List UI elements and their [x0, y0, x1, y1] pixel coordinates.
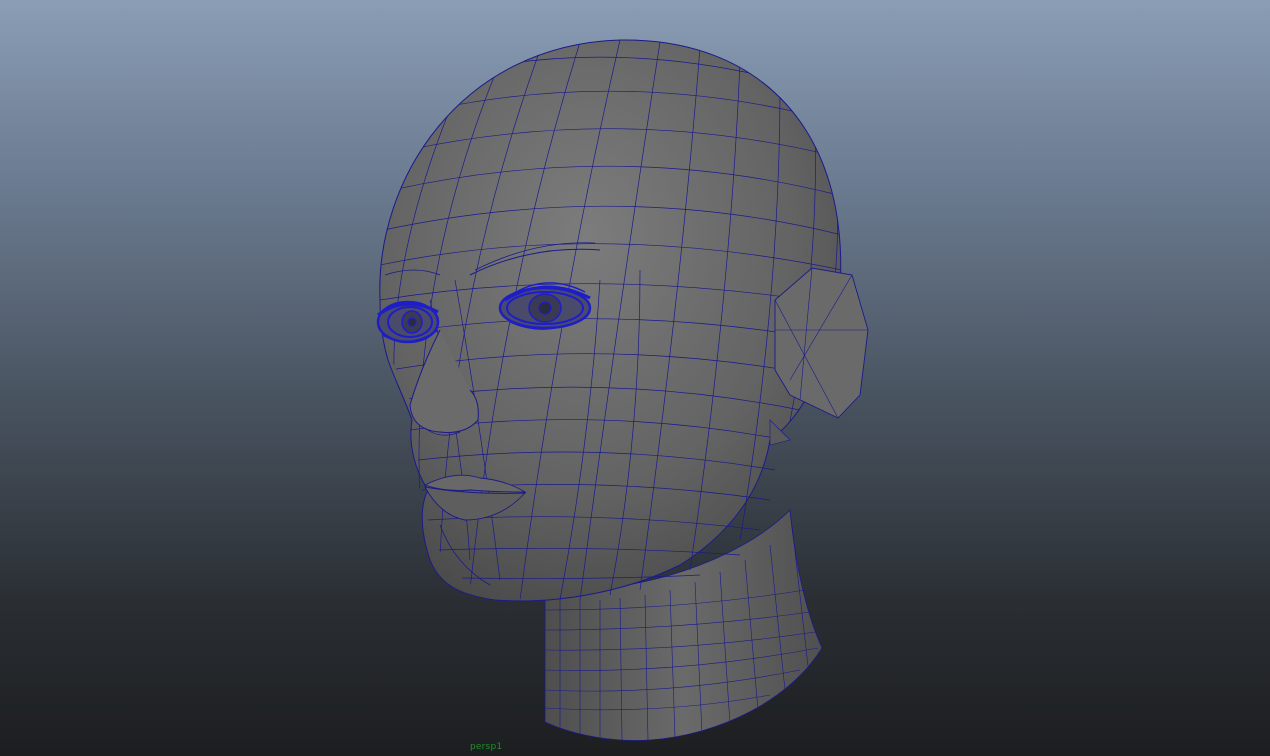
right-eye: [376, 300, 440, 344]
head-surface: [379, 39, 842, 602]
head-mesh[interactable]: [0, 0, 1270, 756]
maya-perspective-viewport[interactable]: persp1: [0, 0, 1270, 756]
camera-label: persp1: [470, 742, 503, 752]
